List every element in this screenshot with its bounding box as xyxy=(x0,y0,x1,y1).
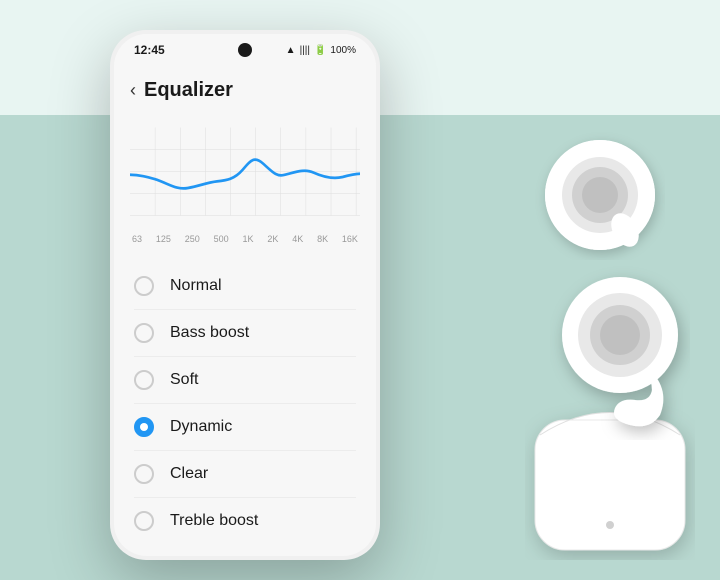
eq-label-16k: 16K xyxy=(342,234,358,244)
status-time: 12:45 xyxy=(134,43,165,57)
option-soft-label: Soft xyxy=(170,371,198,389)
eq-label-500: 500 xyxy=(214,234,229,244)
option-treble-boost[interactable]: Treble boost xyxy=(114,498,376,544)
earbud-left xyxy=(550,260,700,440)
eq-chart-container: 63 125 250 500 1K 2K 4K 8K 16K xyxy=(114,114,376,259)
status-icons: ▲ |||| 🔋 100% xyxy=(286,45,356,56)
eq-chart xyxy=(130,122,360,232)
option-bass-boost[interactable]: Bass boost xyxy=(114,310,376,356)
eq-label-4k: 4K xyxy=(292,234,303,244)
back-button[interactable]: ‹ xyxy=(130,80,136,101)
radio-normal[interactable] xyxy=(134,276,154,296)
signal-icon: |||| xyxy=(300,45,310,56)
wifi-icon: ▲ xyxy=(286,45,296,56)
option-dynamic[interactable]: Dynamic xyxy=(114,404,376,450)
eq-label-8k: 8K xyxy=(317,234,328,244)
option-normal-label: Normal xyxy=(170,277,222,295)
radio-dynamic[interactable] xyxy=(134,417,154,437)
notch xyxy=(238,43,252,57)
radio-bass-boost[interactable] xyxy=(134,323,154,343)
option-dynamic-label: Dynamic xyxy=(170,418,232,436)
eq-label-125: 125 xyxy=(156,234,171,244)
eq-label-250: 250 xyxy=(185,234,200,244)
option-treble-boost-label: Treble boost xyxy=(170,512,258,530)
phone: 12:45 ▲ |||| 🔋 100% ‹ Equalizer xyxy=(110,30,380,560)
option-clear[interactable]: Clear xyxy=(114,451,376,497)
option-bass-boost-label: Bass boost xyxy=(170,324,249,342)
option-normal[interactable]: Normal xyxy=(114,263,376,309)
phone-inner: 12:45 ▲ |||| 🔋 100% ‹ Equalizer xyxy=(114,34,376,556)
scene: 12:45 ▲ |||| 🔋 100% ‹ Equalizer xyxy=(0,0,720,580)
earbud-right xyxy=(535,130,665,260)
eq-label-2k: 2K xyxy=(267,234,278,244)
eq-svg xyxy=(130,122,360,232)
battery-label: 100% xyxy=(330,45,356,56)
option-soft[interactable]: Soft xyxy=(114,357,376,403)
page-title: Equalizer xyxy=(144,79,233,102)
radio-clear[interactable] xyxy=(134,464,154,484)
option-clear-label: Clear xyxy=(170,465,208,483)
eq-label-63: 63 xyxy=(132,234,142,244)
battery-icon: 🔋 xyxy=(314,45,326,56)
status-bar: 12:45 ▲ |||| 🔋 100% xyxy=(114,34,376,66)
radio-treble-boost[interactable] xyxy=(134,511,154,531)
radio-soft[interactable] xyxy=(134,370,154,390)
eq-label-1k: 1K xyxy=(242,234,253,244)
eq-labels: 63 125 250 500 1K 2K 4K 8K 16K xyxy=(130,234,360,244)
app-header: ‹ Equalizer xyxy=(114,66,376,114)
eq-options: Normal Bass boost Soft Dynamic xyxy=(114,259,376,548)
